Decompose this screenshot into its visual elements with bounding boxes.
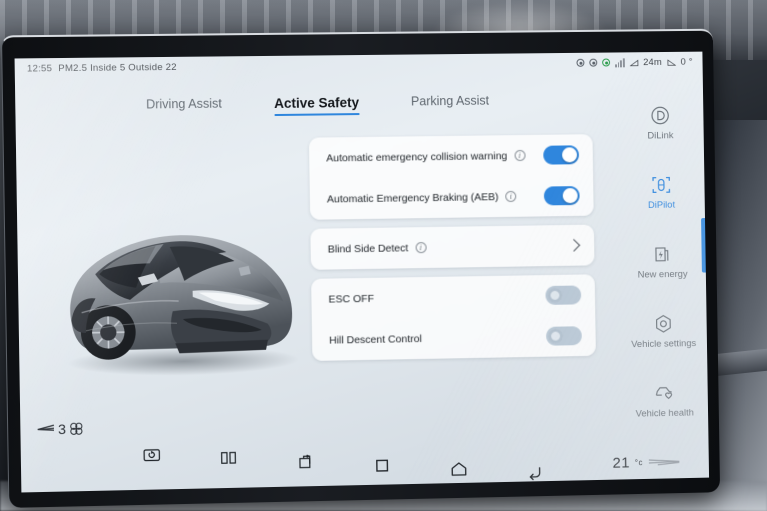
fan-speed-value: 3 <box>57 420 67 438</box>
settings-card-blind-side: Blind Side Detect i <box>310 224 595 270</box>
sidebar-item-label: Vehicle health <box>635 407 694 420</box>
toggle-automatic-emergency-braking[interactable] <box>543 186 580 206</box>
incline-value: 0 ° <box>680 56 693 68</box>
tab-active-safety[interactable]: Active Safety <box>274 95 359 116</box>
info-icon[interactable]: i <box>505 190 517 203</box>
toggle-automatic-emergency-collision-warning[interactable] <box>543 145 580 165</box>
slope-angle-icon <box>667 57 676 66</box>
signal-bars-icon <box>615 57 625 67</box>
infotainment-display-unit: 12:55 PM2.5 Inside 5 Outside 22 24m 0 ° … <box>0 28 721 508</box>
row-hill-descent-control[interactable]: Hill Descent Control <box>312 315 596 361</box>
fan-blades-icon <box>69 422 83 436</box>
settings-card-stability: ESC OFF Hill Descent Control <box>311 274 596 361</box>
row-spacer <box>433 245 562 247</box>
status-bar-right: 24m 0 ° <box>576 56 693 68</box>
sidebar-item-label: DiLink <box>647 129 674 141</box>
sidebar-active-indicator <box>701 218 706 273</box>
grey-electric-suv-icon <box>66 233 300 378</box>
new-energy-battery-icon <box>651 243 673 265</box>
air-quality-text: PM2.5 Inside 5 Outside 22 <box>58 61 177 74</box>
airflow-left-icon <box>37 423 55 435</box>
settings-gear-icon[interactable] <box>589 58 598 67</box>
row-automatic-emergency-collision-warning[interactable]: Automatic emergency collision warning i <box>309 134 593 179</box>
recording-icon[interactable] <box>602 58 611 67</box>
recent-apps-icon[interactable] <box>373 456 391 474</box>
range-value: 24m <box>643 56 663 68</box>
tab-parking-assist[interactable]: Parking Assist <box>411 94 489 115</box>
row-label: Hill Descent Control <box>329 332 422 347</box>
row-spacer <box>429 336 539 338</box>
sidebar-item-new-energy[interactable]: New energy <box>619 242 706 280</box>
row-spacer <box>381 296 539 299</box>
toggle-knob <box>547 287 563 303</box>
temperature-unit: °c <box>634 458 644 468</box>
screenshot-icon[interactable] <box>143 445 161 463</box>
sidebar-item-label: New energy <box>637 268 688 281</box>
sidebar-item-label: DiPilot <box>647 199 676 211</box>
row-label: Automatic emergency collision warning <box>326 149 508 164</box>
toggle-knob <box>548 328 564 344</box>
row-blind-side-detect[interactable]: Blind Side Detect i <box>310 225 594 270</box>
sidebar-item-dipilot[interactable]: DiPilot <box>618 173 705 211</box>
status-time: 12:55 <box>26 62 53 74</box>
home-icon[interactable] <box>449 460 467 478</box>
row-label: Automatic Emergency Braking (AEB) <box>326 190 499 206</box>
tab-driving-assist[interactable]: Driving Assist <box>146 97 222 118</box>
status-bar-left: 12:55 PM2.5 Inside 5 Outside 22 <box>27 61 177 74</box>
vehicle-render <box>39 201 324 381</box>
info-icon[interactable]: i <box>415 242 427 254</box>
sidebar-item-vehicle-health[interactable]: Vehicle health <box>621 381 708 419</box>
sidebar-item-label: Vehicle settings <box>631 337 697 350</box>
rotate-screen-icon[interactable] <box>297 453 315 471</box>
settings-card-list: Automatic emergency collision warning i … <box>308 134 596 370</box>
touchscreen[interactable]: 12:55 PM2.5 Inside 5 Outside 22 24m 0 ° … <box>14 51 710 493</box>
car-interior-scene: 12:55 PM2.5 Inside 5 Outside 22 24m 0 ° … <box>0 0 767 511</box>
chevron-right-icon[interactable] <box>567 238 581 252</box>
row-automatic-emergency-braking[interactable]: Automatic Emergency Braking (AEB) i <box>310 175 594 220</box>
fan-speed-control[interactable]: 3 <box>37 421 84 438</box>
airflow-lines-icon <box>648 455 682 470</box>
row-label: Blind Side Detect <box>327 241 409 256</box>
back-icon[interactable] <box>525 463 543 481</box>
bottom-bar: 3 21 °c <box>20 420 709 492</box>
sidebar-item-dilink[interactable]: DiLink <box>617 104 704 142</box>
toggle-hill-descent-control[interactable] <box>546 326 582 346</box>
dipilot-car-scan-icon <box>650 173 672 195</box>
sidebar-item-vehicle-settings[interactable]: Vehicle settings <box>620 312 707 350</box>
incline-range-icon <box>629 58 638 67</box>
status-bar: 12:55 PM2.5 Inside 5 Outside 22 24m 0 ° <box>15 52 703 79</box>
toggle-esc-off[interactable] <box>545 285 582 305</box>
split-screen-icon[interactable] <box>220 449 238 467</box>
vehicle-settings-hex-gear-icon <box>652 312 674 334</box>
location-icon[interactable] <box>576 58 585 67</box>
toggle-knob <box>562 147 578 163</box>
vehicle-health-heart-icon <box>654 382 676 404</box>
row-esc-off[interactable]: ESC OFF <box>311 274 595 320</box>
info-icon[interactable]: i <box>514 149 526 162</box>
temperature-value: 21 <box>612 454 631 472</box>
dilink-circle-d-icon <box>649 104 671 126</box>
app-sidebar: DiLink DiPilot New energy Vehicle settin… <box>616 73 708 441</box>
settings-card-emergency: Automatic emergency collision warning i … <box>308 134 594 220</box>
toggle-knob <box>562 188 578 204</box>
row-label: ESC OFF <box>328 292 375 306</box>
temperature-control[interactable]: 21 °c <box>612 453 682 472</box>
navigation-bar <box>143 457 544 484</box>
tab-bar: Driving Assist Active Safety Parking Ass… <box>15 92 617 119</box>
